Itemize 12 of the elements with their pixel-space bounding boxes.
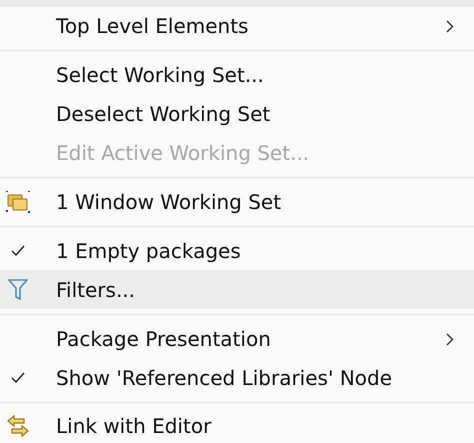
link-icon bbox=[6, 414, 30, 438]
menu-item[interactable]: 1 Empty packages bbox=[0, 231, 474, 270]
menu-item[interactable]: Show 'Referenced Libraries' Node bbox=[0, 358, 474, 397]
menu-item[interactable]: Top Level Elements bbox=[0, 6, 474, 45]
folders-icon bbox=[6, 190, 30, 212]
menu-item[interactable]: Link with Editor bbox=[0, 407, 474, 443]
filter-icon bbox=[8, 278, 28, 300]
menu-item[interactable]: Filters... bbox=[0, 270, 474, 309]
menu-item[interactable]: Package Presentation bbox=[0, 319, 474, 358]
menu-item[interactable]: Select Working Set... bbox=[0, 55, 474, 94]
menu-item[interactable]: 1 Window Working Set bbox=[0, 182, 474, 221]
menu-item[interactable]: Deselect Working Set bbox=[0, 94, 474, 133]
